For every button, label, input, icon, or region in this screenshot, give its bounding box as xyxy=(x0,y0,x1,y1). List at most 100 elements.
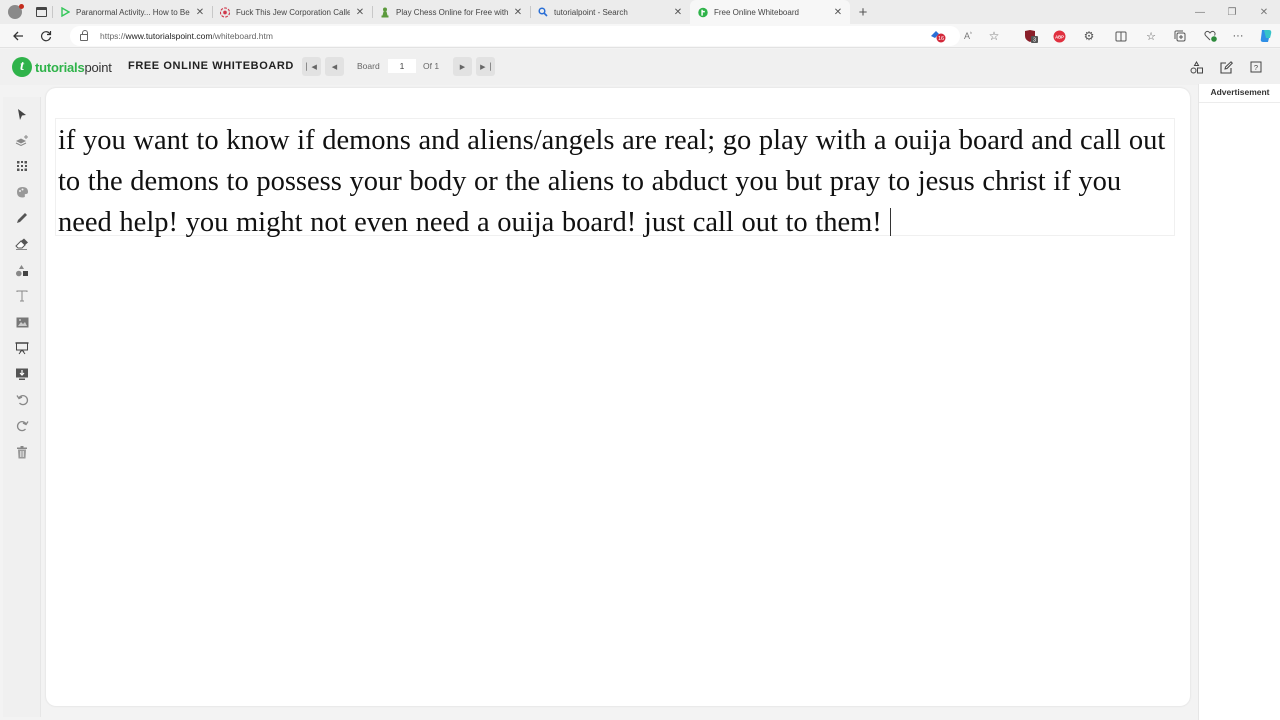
presentation-tool[interactable] xyxy=(13,339,31,357)
address-bar[interactable]: https://www.tutorialspoint.com/whiteboar… xyxy=(70,26,960,46)
last-board-button[interactable]: ▶▕ xyxy=(476,57,495,76)
minimize-button[interactable]: — xyxy=(1184,0,1216,24)
restore-button[interactable]: ❐ xyxy=(1216,0,1248,24)
first-page-icon: ▏◀ xyxy=(306,63,317,71)
page-title: FREE ONLINE WHITEBOARD xyxy=(128,60,294,72)
close-tab-icon[interactable]: ✕ xyxy=(672,7,684,18)
edit-icon xyxy=(1219,60,1233,74)
favorites-button[interactable]: ☆ xyxy=(1140,24,1162,48)
browser-tab[interactable]: Fuck This Jew Corporation Called ✕ xyxy=(212,0,372,24)
refresh-button[interactable] xyxy=(32,24,60,48)
shapes-library-button[interactable] xyxy=(1187,58,1205,76)
trash-icon xyxy=(17,445,27,458)
layers-tool[interactable] xyxy=(13,131,31,149)
tab-actions-button[interactable] xyxy=(30,0,52,24)
svg-text:?: ? xyxy=(1254,63,1258,72)
tab-title: Paranormal Activity... How to Beat xyxy=(76,7,190,17)
whiteboard-canvas[interactable]: if you want to know if demons and aliens… xyxy=(46,88,1190,706)
pencil-tool[interactable] xyxy=(13,209,31,227)
svg-text:16: 16 xyxy=(938,36,944,42)
adblock-icon: ABP xyxy=(1053,30,1065,42)
next-board-button[interactable]: ▶ xyxy=(453,57,472,76)
download-board-tool[interactable] xyxy=(13,365,31,383)
read-aloud-button[interactable]: Aʰ xyxy=(957,24,979,48)
split-screen-button[interactable] xyxy=(1110,24,1132,48)
help-button[interactable]: ? xyxy=(1247,58,1265,76)
extension-shield-button[interactable]: 3 xyxy=(1020,24,1042,48)
grid-dots-icon xyxy=(17,161,27,171)
tools-sidebar xyxy=(3,97,41,717)
url-scheme: https:// xyxy=(100,31,126,41)
select-tool[interactable] xyxy=(13,105,31,123)
previous-icon: ◀ xyxy=(331,63,338,71)
collections-button[interactable] xyxy=(1169,24,1191,48)
color-palette-tool[interactable] xyxy=(13,183,31,201)
search-icon xyxy=(538,7,548,17)
browser-tab[interactable]: tutorialpoint - Search ✕ xyxy=(530,0,690,24)
close-tab-icon[interactable]: ✕ xyxy=(512,7,524,18)
edit-button[interactable] xyxy=(1217,58,1235,76)
profile-button[interactable] xyxy=(0,0,30,24)
eraser-tool[interactable] xyxy=(13,235,31,253)
notification-dot xyxy=(19,4,24,9)
first-board-button[interactable]: ▏◀ xyxy=(302,57,321,76)
browser-tab-active[interactable]: Free Online Whiteboard ✕ xyxy=(690,0,850,24)
pointer-icon xyxy=(18,108,26,120)
layers-add-icon xyxy=(15,135,28,146)
previous-board-button[interactable]: ◀ xyxy=(325,57,344,76)
close-tab-icon[interactable]: ✕ xyxy=(354,7,366,18)
tab-title: Fuck This Jew Corporation Called xyxy=(236,7,350,17)
url-domain: www.tutorialspoint.com xyxy=(125,31,213,41)
lock-icon xyxy=(80,30,88,41)
undo-tool[interactable] xyxy=(13,391,31,409)
collections-icon xyxy=(1174,30,1186,42)
star-icon: ☆ xyxy=(988,29,1000,43)
favorite-button[interactable]: ☆ xyxy=(983,24,1005,48)
split-screen-icon xyxy=(1115,31,1127,41)
browser-tab-strip: Paranormal Activity... How to Beat ✕ Fuc… xyxy=(0,0,1280,24)
redo-tool[interactable] xyxy=(13,417,31,435)
logo-mark-icon: t xyxy=(12,57,32,77)
browser-tab[interactable]: Play Chess Online for Free with Fr ✕ xyxy=(372,0,530,24)
browser-tab[interactable]: Paranormal Activity... How to Beat ✕ xyxy=(52,0,212,24)
url-path: /whiteboard.htm xyxy=(212,31,273,41)
pencil-icon xyxy=(17,213,27,223)
window-controls: — ❐ ✕ xyxy=(1184,0,1280,24)
new-tab-button[interactable]: + xyxy=(850,0,876,24)
close-tab-icon[interactable]: ✕ xyxy=(832,7,844,18)
heart-check-icon xyxy=(1203,30,1217,42)
undo-icon xyxy=(15,395,28,406)
adblock-button[interactable]: ABP xyxy=(1048,24,1070,48)
more-menu-button[interactable]: ··· xyxy=(1227,24,1249,48)
close-window-button[interactable]: ✕ xyxy=(1248,0,1280,24)
advertisement-label: Advertisement xyxy=(1199,87,1280,103)
logo-text-secondary: point xyxy=(84,59,112,75)
text-object[interactable]: if you want to know if demons and aliens… xyxy=(55,118,1175,238)
clear-board-tool[interactable] xyxy=(13,443,31,461)
video-icon xyxy=(60,7,70,17)
advertisement-panel: Advertisement xyxy=(1198,84,1280,720)
tab-title: Free Online Whiteboard xyxy=(714,7,799,17)
extension-button[interactable]: 16 xyxy=(927,24,949,48)
copilot-button[interactable] xyxy=(1255,24,1277,48)
board-number-input[interactable] xyxy=(388,59,416,73)
text-tool[interactable] xyxy=(13,287,31,305)
text-content[interactable]: if you want to know if demons and aliens… xyxy=(58,125,1165,238)
refresh-icon xyxy=(40,30,52,41)
close-tab-icon[interactable]: ✕ xyxy=(194,7,206,18)
palette-icon xyxy=(16,187,28,198)
tutorialspoint-logo[interactable]: t tutorials point xyxy=(12,57,112,77)
back-button[interactable] xyxy=(4,24,32,48)
copilot-icon xyxy=(1260,30,1272,42)
board-label: Board xyxy=(357,61,380,71)
extensions-button[interactable]: ⚙ xyxy=(1078,24,1100,48)
tutorialspoint-icon xyxy=(698,7,708,17)
url-text[interactable]: https://www.tutorialspoint.com/whiteboar… xyxy=(100,31,273,41)
grid-tool[interactable] xyxy=(13,157,31,175)
download-screen-icon xyxy=(16,368,28,380)
image-tool[interactable] xyxy=(13,313,31,331)
presentation-icon xyxy=(15,341,29,354)
browser-essentials-button[interactable] xyxy=(1199,24,1221,48)
shapes-tool[interactable] xyxy=(13,261,31,279)
extension-badge-icon: 16 xyxy=(931,31,946,43)
